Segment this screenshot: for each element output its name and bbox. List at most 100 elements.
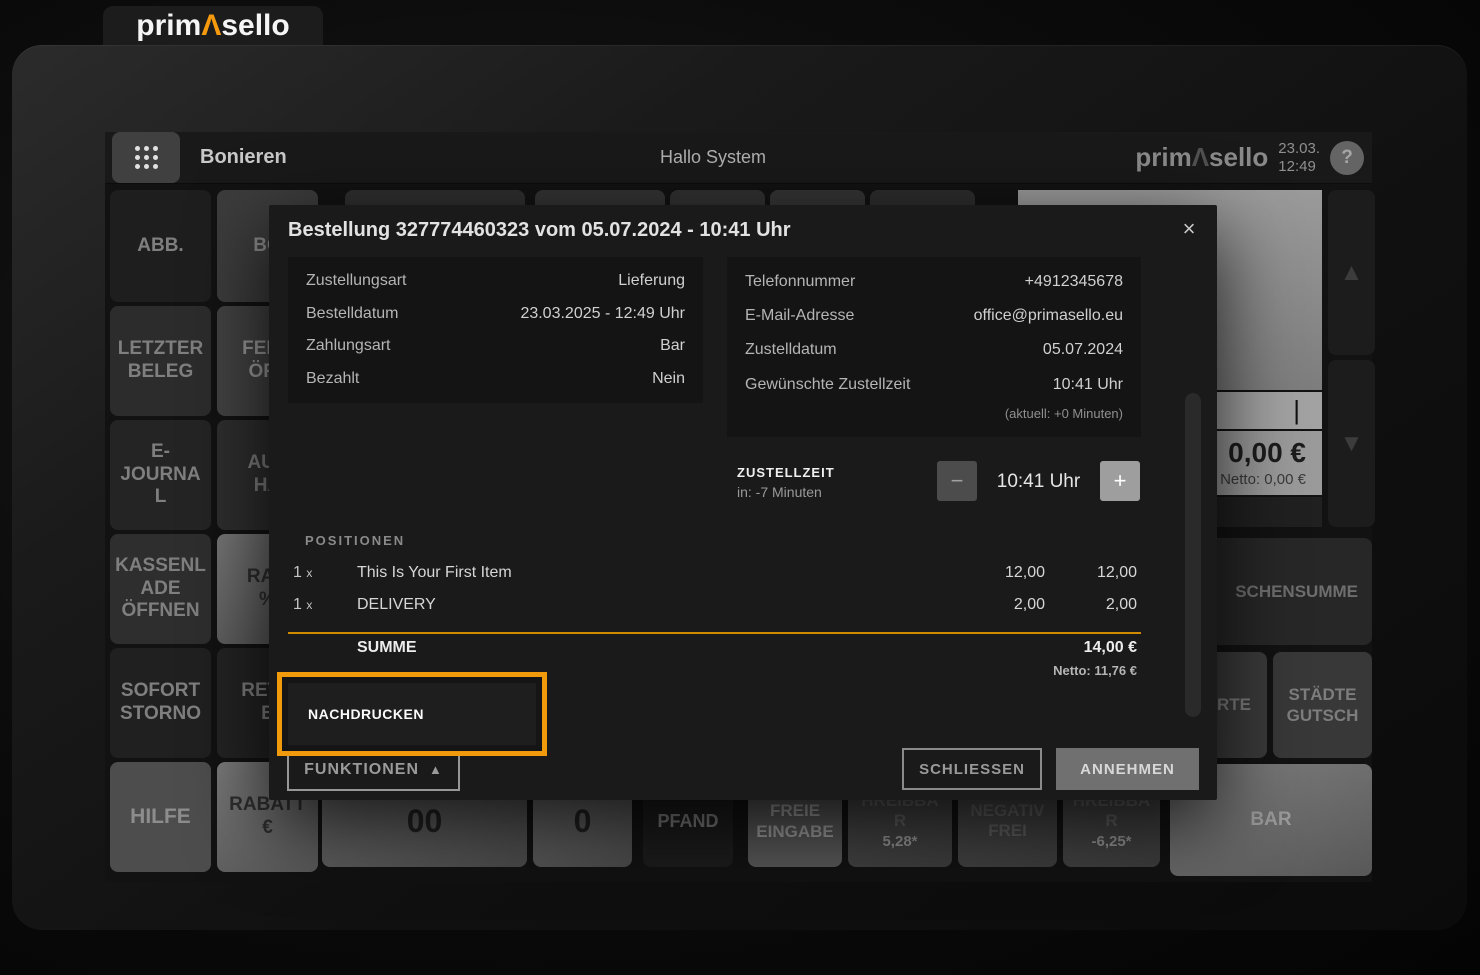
info-row: Bestelldatum23.03.2025 - 12:49 Uhr [306,305,685,323]
info-value: Bar [660,337,685,355]
logo-lambda-icon: Λ [201,9,221,43]
button-label: SCHENSUMME [1235,582,1358,602]
order-info-panel-right: Telefonnummer+4912345678 E-Mail-Adresseo… [727,257,1141,437]
current-offset-note: (aktuell: +0 Minuten) [745,406,1123,421]
zustellzeit-relative: in: -7 Minuten [737,484,835,500]
info-row: Zahlungsart Bar [306,337,685,355]
info-row: Gewünschte Zustellzeit 10:41 Uhr [745,376,1123,394]
sum-divider [288,632,1141,634]
button-label: SCHLIESSEN [919,761,1025,778]
help-button[interactable]: ? [1330,141,1364,175]
info-value: Lieferung [618,272,685,290]
info-label: Zahlungsart [306,337,391,355]
button-label: FREIE EINGABE [756,800,833,843]
info-row: Bezahlt Nein [306,370,685,388]
info-row: E-Mail-Adresseoffice@primasello.eu [745,307,1123,325]
topbar-logo-suffix: sello [1209,142,1268,172]
scroll-up-button[interactable]: ▲ [1328,190,1375,355]
button-label: LETZTER BELEG [118,338,204,384]
button-label: E- JOURNA L [120,441,200,509]
button-label: 00 [407,803,443,840]
button-label: SOFORT STORNO [120,680,201,726]
date-text: 23.03. [1278,140,1320,157]
button-label: PFAND [657,811,718,832]
logo-text-prefix: prim [136,9,201,43]
sum-value: 14,00 € [1045,639,1137,657]
close-icon: × [1183,216,1196,242]
minus-icon: − [951,468,964,494]
chevron-up-icon: ▲ [429,762,443,777]
schliessen-button[interactable]: SCHLIESSEN [902,748,1042,790]
position-total-price: 2,00 [1045,596,1137,614]
arrow-down-icon: ▼ [1340,430,1364,458]
button-label: HILFE [130,804,191,829]
position-row: 1 x DELIVERY 2,00 2,00 [293,596,1137,614]
position-total-price: 12,00 [1045,564,1137,582]
annehmen-button[interactable]: ANNEHMEN [1056,748,1199,790]
screen: primΛsello Bonieren Hallo System primΛse… [0,0,1480,975]
order-dialog: Bestellung 327774460323 vom 05.07.2024 -… [269,205,1217,800]
dialog-scrollbar-thumb[interactable] [1185,393,1201,717]
position-qty: 1 x [293,564,357,582]
arrow-up-icon: ▲ [1340,259,1364,287]
nachdrucken-menu-item[interactable]: NACHDRUCKEN [288,683,536,745]
help-icon: ? [1341,147,1353,169]
topbar-logo-prefix: prim [1135,142,1191,172]
staedte-gutschein-button[interactable]: STÄDTE GUTSCH [1273,652,1372,758]
dialog-title: Bestellung 327774460323 vom 05.07.2024 -… [288,219,791,242]
info-label: Telefonnummer [745,273,855,291]
time-text: 12:49 [1278,158,1320,175]
highlight-frame: NACHDRUCKEN [277,672,547,756]
info-label: Zustellungsart [306,272,407,290]
sum-row: SUMME 14,00 € [293,639,1137,657]
datetime: 23.03. 12:49 [1278,140,1320,175]
scroll-down-button[interactable]: ▼ [1328,360,1375,527]
button-sublabel: -6,25* [1091,833,1131,851]
sidebar-button-e-journal[interactable]: E- JOURNA L [110,420,211,530]
zustellzeit-value: 10:41 Uhr [977,471,1100,493]
info-label: Bezahlt [306,370,359,388]
button-label: 0 [574,803,592,840]
button-label: ABB. [137,235,183,258]
info-label: Zustelldatum [745,341,837,359]
position-unit-price: 12,00 [953,564,1045,582]
top-bar: Bonieren Hallo System primΛsello 23.03. … [105,132,1372,184]
menu-item-label: NACHDRUCKEN [308,706,424,722]
sidebar-button-kassenlade-oeffnen[interactable]: KASSENL ADE ÖFFNEN [110,534,211,644]
info-value: Nein [652,370,685,388]
time-minus-button[interactable]: − [937,461,977,501]
position-row: 1 x This Is Your First Item 12,00 12,00 [293,564,1137,582]
info-label: E-Mail-Adresse [745,307,854,325]
order-info-panel-left: Zustellungsart Lieferung Bestelldatum23.0… [288,257,703,403]
info-value: 10:41 Uhr [1053,376,1123,394]
positions-header: POSITIONEN [305,533,405,548]
grid-icon [135,146,158,169]
plus-icon: + [1114,468,1127,494]
topbar-logo: primΛsello [1135,142,1268,173]
info-label: Gewünschte Zustellzeit [745,376,910,394]
info-row: Telefonnummer+4912345678 [745,273,1123,291]
info-value: 23.03.2025 - 12:49 Uhr [520,305,685,323]
info-row: Zustelldatum 05.07.2024 [745,341,1123,359]
button-label: KASSENL ADE ÖFFNEN [115,555,206,623]
button-label: RTE [1217,695,1251,715]
sum-label: SUMME [357,639,953,657]
position-name: This Is Your First Item [357,564,953,582]
logo-text-suffix: sello [221,9,289,43]
zustellzeit-block: ZUSTELLZEIT in: -7 Minuten [737,465,835,500]
button-sublabel: 5,28* [882,833,917,851]
button-label: FUNKTIONEN [304,761,419,779]
sidebar-button-abb[interactable]: ABB. [110,190,211,302]
greeting-text: Hallo System [643,132,783,183]
position-unit-price: 2,00 [953,596,1045,614]
sidebar-button-letzter-beleg[interactable]: LETZTER BELEG [110,306,211,416]
time-plus-button[interactable]: + [1100,461,1140,501]
menu-grid-button[interactable] [112,132,180,183]
button-label: STÄDTE GUTSCH [1287,684,1359,727]
sidebar-button-sofort-storno[interactable]: SOFORT STORNO [110,648,211,758]
button-label: BAR [1250,809,1291,831]
close-dialog-button[interactable]: × [1175,215,1203,243]
sidebar-button-hilfe[interactable]: HILFE [110,762,211,872]
topbar-right-cluster: primΛsello 23.03. 12:49 ? [1135,132,1364,183]
info-value: 05.07.2024 [1043,341,1123,359]
